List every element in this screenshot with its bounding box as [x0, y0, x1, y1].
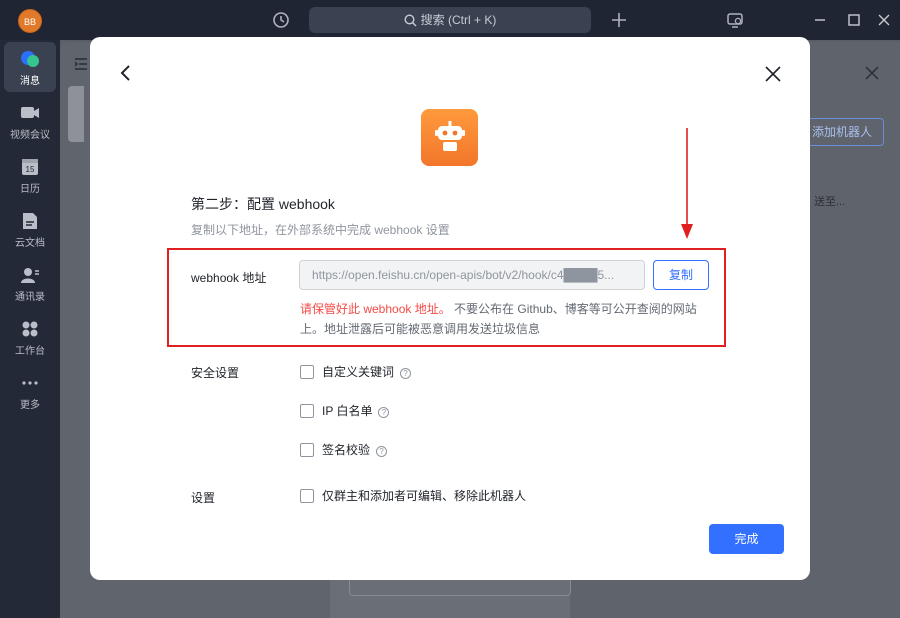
background-send-to-text: 送至...: [814, 196, 846, 208]
search-icon: [404, 14, 417, 27]
help-icon[interactable]: ?: [376, 446, 388, 457]
search-input[interactable]: 搜索 (Ctrl + K): [309, 7, 591, 33]
security-settings-label: 安全设置: [191, 366, 240, 380]
keyword-checkbox[interactable]: [300, 365, 314, 379]
background-list-item: [68, 86, 84, 142]
message-icon: [21, 51, 39, 67]
sidebar-item-docs[interactable]: 云文档: [4, 204, 56, 254]
sidebar-item-more[interactable]: 更多: [4, 366, 56, 416]
warning-highlight: 请保管好此 webhook 地址。: [300, 302, 451, 316]
robot-icon: [435, 121, 465, 151]
help-icon[interactable]: ?: [378, 407, 390, 418]
contacts-icon: [21, 268, 39, 283]
edit-permission-option[interactable]: 仅群主和添加者可编辑、移除此机器人: [300, 488, 526, 504]
webhook-config-dialog: 第二步：配置 webhook 复制以下地址，在外部系统中完成 webhook 设…: [90, 37, 810, 580]
annotation-arrow-icon: [681, 128, 693, 239]
docs-icon: [23, 213, 37, 229]
sidebar-item-label: 工作台: [15, 346, 45, 357]
sidebar-item-label: 云文档: [15, 238, 45, 249]
sidebar-item-calendar[interactable]: 15 日历: [4, 150, 56, 200]
bot-logo: [421, 109, 478, 166]
sidebar-item-label: 通讯录: [15, 292, 45, 303]
avatar[interactable]: BB: [18, 9, 42, 33]
window-close-icon[interactable]: [876, 12, 892, 28]
done-button[interactable]: 完成: [709, 524, 784, 554]
edit-permission-checkbox[interactable]: [300, 489, 314, 503]
sidebar-item-video[interactable]: 视频会议: [4, 96, 56, 146]
settings-label: 设置: [191, 491, 216, 505]
plus-icon[interactable]: [610, 11, 628, 29]
close-icon[interactable]: [765, 66, 781, 82]
step-title: 第二步：配置 webhook: [191, 196, 335, 212]
calendar-icon: 15: [22, 159, 38, 175]
video-icon: [21, 107, 39, 118]
help-desk-icon[interactable]: [726, 11, 744, 29]
history-icon[interactable]: [272, 11, 290, 29]
background-close-icon: [865, 66, 879, 80]
sidebar-item-label: 更多: [20, 400, 40, 411]
sidebar-item-label: 日历: [20, 184, 40, 195]
title-bar: BB 搜索 (Ctrl + K): [0, 0, 900, 40]
sidebar-item-messages[interactable]: 消息: [4, 42, 56, 92]
ip-whitelist-option[interactable]: IP 白名单?: [300, 403, 390, 419]
copy-button[interactable]: 复制: [653, 260, 709, 290]
edit-permission-label: 仅群主和添加者可编辑、移除此机器人: [322, 489, 527, 503]
ip-whitelist-label: IP 白名单: [322, 404, 373, 418]
webhook-address-label: webhook 地址: [191, 271, 267, 285]
signature-checkbox[interactable]: [300, 443, 314, 457]
search-placeholder: 搜索 (Ctrl + K): [420, 13, 497, 27]
sidebar-item-label: 视频会议: [10, 130, 50, 141]
sidebar-item-label: 消息: [20, 76, 40, 87]
sidebar-item-workplace[interactable]: 工作台: [4, 312, 56, 362]
help-icon[interactable]: ?: [400, 368, 412, 379]
calendar-day: 15: [26, 165, 35, 174]
keyword-option[interactable]: 自定义关键词?: [300, 364, 412, 380]
collapse-list-icon: [74, 58, 87, 70]
ip-whitelist-checkbox[interactable]: [300, 404, 314, 418]
keyword-label: 自定义关键词: [322, 365, 395, 379]
workplace-icon: [22, 321, 38, 337]
signature-label: 签名校验: [322, 443, 371, 457]
signature-option[interactable]: 签名校验?: [300, 442, 388, 458]
step-description: 复制以下地址，在外部系统中完成 webhook 设置: [191, 223, 450, 237]
background-add-bot-button: 添加机器人: [800, 118, 884, 146]
sidebar: 消息 视频会议 15 日历 云文档 通讯录 工作台 更多: [0, 40, 60, 618]
maximize-icon[interactable]: [846, 12, 862, 28]
back-arrow-icon[interactable]: [118, 65, 134, 81]
more-icon: [22, 381, 38, 385]
security-warning: 请保管好此 webhook 地址。 不要公布在 Github、博客等可公开查阅的…: [300, 299, 720, 339]
webhook-url-field[interactable]: https://open.feishu.cn/open-apis/bot/v2/…: [299, 260, 645, 290]
sidebar-item-contacts[interactable]: 通讯录: [4, 258, 56, 308]
minimize-icon[interactable]: [812, 12, 828, 28]
